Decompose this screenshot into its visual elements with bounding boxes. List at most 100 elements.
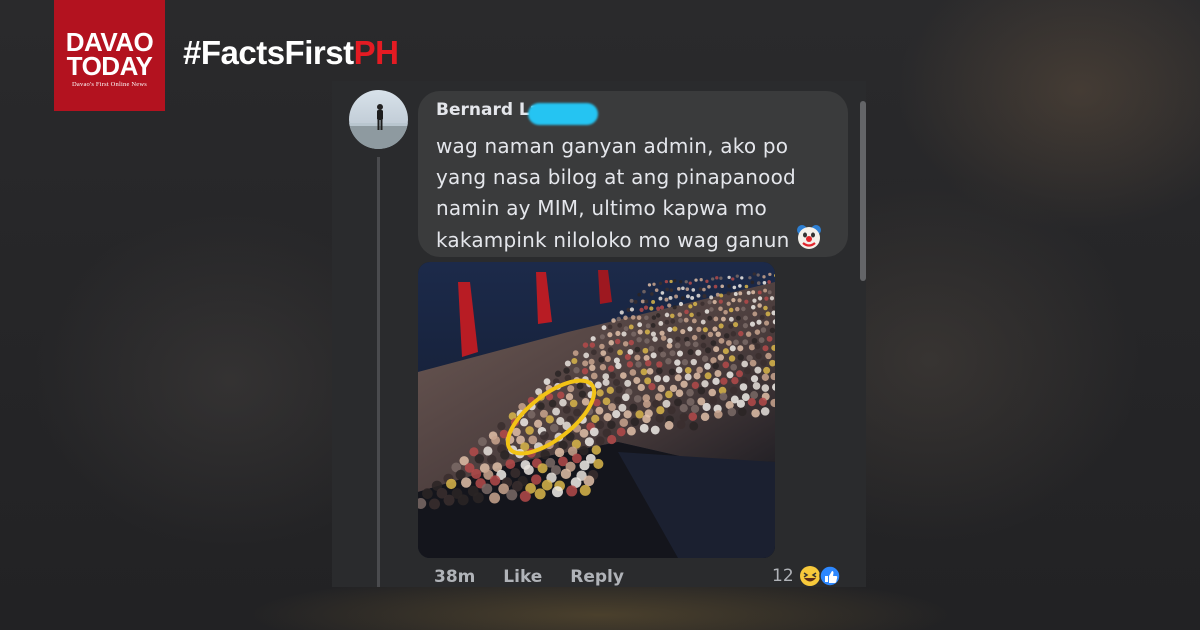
comment-bubble: Bernard La wag naman ganyan admin, ako p… bbox=[418, 91, 848, 257]
audience-member bbox=[728, 323, 734, 329]
audience-member bbox=[422, 488, 433, 499]
audience-member bbox=[670, 313, 675, 319]
audience-member bbox=[713, 316, 719, 322]
audience-member bbox=[742, 323, 749, 329]
audience-member bbox=[702, 287, 706, 292]
audience-member bbox=[764, 296, 769, 301]
audience-member bbox=[637, 292, 641, 297]
audience-member bbox=[690, 358, 697, 366]
audience-member bbox=[649, 306, 654, 311]
audience-member bbox=[595, 406, 604, 415]
audience-member bbox=[701, 380, 709, 388]
audience-member bbox=[628, 339, 635, 346]
audience-member bbox=[700, 334, 706, 340]
audience-member bbox=[543, 378, 551, 385]
audience-member bbox=[644, 315, 649, 320]
audience-member bbox=[626, 361, 634, 368]
audience-member bbox=[648, 382, 656, 391]
reply-link[interactable]: Reply bbox=[570, 567, 624, 587]
audience-member bbox=[751, 338, 758, 344]
audience-member bbox=[757, 296, 763, 301]
audience-member bbox=[520, 418, 529, 427]
like-reaction-icon bbox=[819, 565, 841, 587]
audience-member bbox=[660, 335, 667, 341]
audience-member bbox=[674, 359, 681, 366]
avatar[interactable] bbox=[349, 90, 408, 149]
audience-member bbox=[652, 336, 658, 342]
like-link[interactable]: Like bbox=[503, 567, 542, 587]
logo-tagline: Davao's First Online News bbox=[72, 81, 147, 88]
audience-member bbox=[687, 326, 693, 332]
audience-member bbox=[584, 437, 594, 447]
audience-member bbox=[539, 431, 549, 440]
audience-member bbox=[750, 391, 759, 399]
audience-member bbox=[768, 272, 772, 276]
audience-member bbox=[704, 309, 710, 314]
reaction-summary[interactable]: 12 bbox=[772, 565, 843, 587]
audience-member bbox=[483, 446, 493, 456]
audience-member bbox=[656, 306, 661, 311]
comment-author[interactable]: Bernard La bbox=[436, 100, 541, 120]
comment-timestamp[interactable]: 38m bbox=[434, 567, 475, 587]
audience-member bbox=[713, 284, 718, 289]
audience-member bbox=[676, 350, 684, 357]
audience-member bbox=[700, 301, 705, 306]
audience-member bbox=[740, 376, 748, 385]
audience-member bbox=[743, 315, 748, 321]
audience-member bbox=[744, 299, 749, 304]
audience-member bbox=[603, 412, 612, 422]
audience-member bbox=[652, 282, 656, 286]
audience-member bbox=[636, 336, 642, 343]
audience-member bbox=[694, 278, 698, 282]
audience-member bbox=[752, 311, 758, 317]
audience-member bbox=[696, 326, 702, 332]
clown-face-icon bbox=[796, 224, 822, 259]
audience-member bbox=[702, 294, 707, 299]
audience-member bbox=[650, 322, 656, 328]
audience-member bbox=[519, 490, 531, 502]
audience-member bbox=[675, 366, 683, 374]
audience-member bbox=[739, 383, 748, 391]
audience-member bbox=[756, 319, 762, 325]
attached-photo[interactable] bbox=[418, 262, 775, 558]
audience-member bbox=[711, 277, 715, 281]
audience-member bbox=[460, 477, 472, 488]
audience-member bbox=[736, 315, 741, 321]
audience-member bbox=[573, 408, 582, 417]
audience-member bbox=[655, 414, 665, 423]
audience-member bbox=[643, 305, 649, 310]
audience-member bbox=[602, 378, 610, 386]
audience-member bbox=[678, 301, 684, 307]
audience-member bbox=[737, 354, 744, 361]
audience-member bbox=[718, 299, 723, 304]
audience-member bbox=[700, 319, 706, 325]
audience-member bbox=[752, 298, 757, 303]
audience-member bbox=[579, 484, 591, 496]
audience-member bbox=[758, 397, 767, 406]
audience-member bbox=[696, 366, 703, 374]
audience-member bbox=[684, 373, 692, 381]
cinema-audience-photo bbox=[418, 262, 775, 558]
audience-member bbox=[650, 425, 660, 435]
audience-member bbox=[614, 338, 621, 345]
audience-member bbox=[679, 404, 688, 413]
audience-member bbox=[615, 362, 622, 370]
audience-member bbox=[674, 294, 679, 299]
audience-member bbox=[662, 399, 671, 408]
audience-member bbox=[533, 419, 543, 428]
audience-member bbox=[725, 340, 732, 346]
audience-member bbox=[676, 287, 681, 291]
audience-member bbox=[615, 386, 623, 394]
audience-member bbox=[628, 324, 634, 330]
scrollbar[interactable] bbox=[860, 101, 866, 281]
audience-member bbox=[660, 291, 665, 295]
audience-member bbox=[712, 299, 717, 305]
audience-member bbox=[601, 325, 607, 331]
avatar-photo bbox=[349, 104, 408, 149]
audience-member bbox=[726, 301, 731, 306]
audience-member bbox=[624, 379, 632, 387]
audience-member bbox=[664, 312, 670, 318]
audience-member bbox=[665, 358, 672, 365]
audience-member bbox=[624, 353, 631, 361]
audience-member bbox=[736, 370, 744, 378]
